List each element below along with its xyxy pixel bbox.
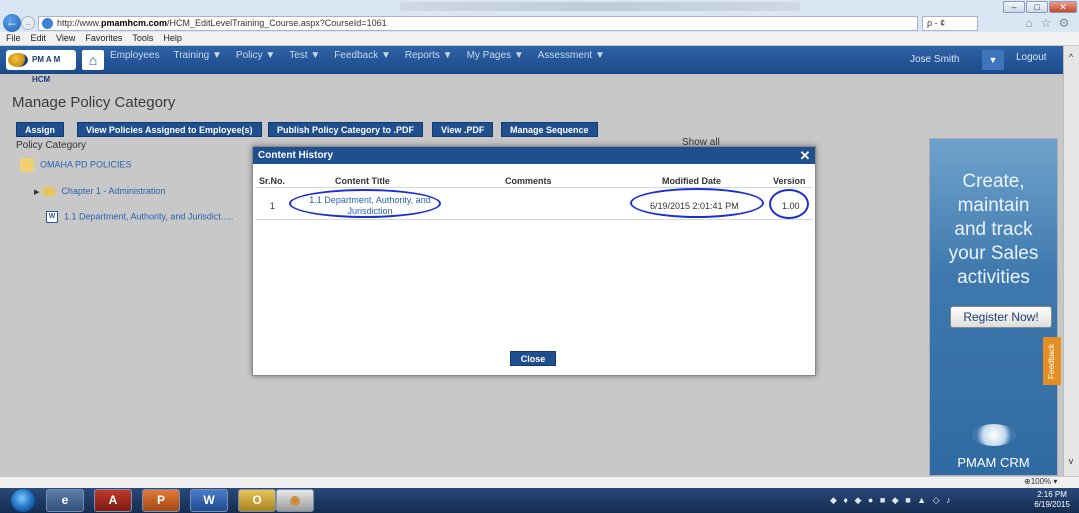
taskbar-clock[interactable]: 2:16 PM 6/19/2015 [1030, 490, 1074, 510]
menu-favorites[interactable]: Favorites [85, 33, 122, 43]
clock-date: 6/19/2015 [1034, 500, 1070, 509]
close-button[interactable]: Close [510, 351, 556, 366]
browser-menubar: File Edit View Favorites Tools Help [0, 32, 1079, 46]
url-prefix: http://www. [57, 18, 102, 28]
nav-my-pages[interactable]: My Pages ▼ [467, 50, 524, 61]
zoom-icon: ⊕ [1024, 477, 1031, 486]
acrobat-taskbar-icon[interactable]: A [94, 489, 132, 512]
tree-chapter-1[interactable]: ▶ Chapter 1 - Administration [34, 186, 166, 197]
ad-line: and track [954, 219, 1033, 240]
menu-tools[interactable]: Tools [132, 33, 153, 43]
ad-line: Create, [962, 171, 1025, 192]
outlook-taskbar-icon[interactable]: O [238, 489, 276, 512]
view-policies-assigned-button[interactable]: View Policies Assigned to Employee(s) [77, 122, 262, 137]
ad-line: activities [957, 267, 1030, 288]
tree-document-label: 1.1 Department, Authority, and Jurisdict… [64, 211, 234, 222]
feedback-tab[interactable]: Feedback [1043, 337, 1061, 385]
browser-statusbar [0, 476, 1079, 488]
nav-training[interactable]: Training ▼ [173, 50, 221, 61]
manage-sequence-button[interactable]: Manage Sequence [501, 122, 598, 137]
col-version: Version [773, 176, 806, 186]
favorites-star-icon[interactable]: ☆ [1039, 16, 1053, 30]
menu-edit[interactable]: Edit [31, 33, 47, 43]
category-folder-icon [20, 158, 34, 172]
nav-employees[interactable]: Employees [110, 50, 159, 61]
page-scrollbar[interactable] [1063, 46, 1079, 476]
ad-line: your Sales [948, 243, 1039, 264]
tree-document-1-1[interactable]: W 1.1 Department, Authority, and Jurisdic… [46, 211, 233, 223]
col-content-title: Content Title [335, 176, 390, 186]
nav-feedback[interactable]: Feedback ▼ [334, 50, 391, 61]
crm-globe-logo [972, 424, 1016, 446]
internet-explorer-taskbar-icon[interactable]: e [46, 489, 84, 512]
nav-assessment[interactable]: Assessment ▼ [538, 50, 605, 61]
clock-time: 2:16 PM [1037, 490, 1067, 499]
ie-page-icon [42, 18, 53, 29]
tab-strip[interactable] [400, 2, 800, 11]
word-document-icon: W [46, 211, 58, 223]
menu-file[interactable]: File [6, 33, 21, 43]
register-now-button[interactable]: Register Now! [950, 306, 1052, 328]
user-name[interactable]: Jose Smith [910, 54, 959, 65]
logout-link[interactable]: Logout [1016, 52, 1047, 63]
search-refresh-button[interactable]: ρ - ¢ [922, 16, 978, 31]
pmam-logo-icon [8, 53, 28, 67]
col-modified-date: Modified Date [662, 176, 722, 186]
chrome-taskbar-icon[interactable]: ◉ [276, 489, 314, 512]
tree-root-label: OMAHA PD POLICIES [40, 159, 132, 170]
crm-brand-name: PMAM CRM [957, 455, 1030, 470]
nav-policy[interactable]: Policy ▼ [236, 50, 275, 61]
tree-chapter-label: Chapter 1 - Administration [61, 186, 166, 196]
close-icon[interactable]: ✕ [798, 147, 812, 164]
maximize-button[interactable]: □ [1026, 1, 1048, 13]
view-pdf-button[interactable]: View .PDF [432, 122, 494, 137]
ad-text: Create, maintain and track your Sales ac… [929, 170, 1058, 290]
menu-help[interactable]: Help [163, 33, 182, 43]
assign-button[interactable]: Assign [16, 122, 65, 137]
zoom-level[interactable]: ⊕100% ▾ [1024, 477, 1057, 486]
user-menu-chevron-down-icon[interactable]: ▼ [982, 50, 1004, 70]
nav-reports[interactable]: Reports ▼ [405, 50, 453, 61]
minimize-button[interactable]: – [1003, 1, 1025, 13]
forward-icon[interactable]: → [21, 16, 35, 30]
row-divider [255, 219, 813, 220]
gear-icon[interactable]: ⚙ [1057, 16, 1071, 30]
page-title: Manage Policy Category [12, 94, 176, 111]
nav-test[interactable]: Test ▼ [289, 50, 320, 61]
word-taskbar-icon[interactable]: W [190, 489, 228, 512]
menu-view[interactable]: View [56, 33, 75, 43]
col-comments: Comments [505, 176, 552, 186]
system-tray-icons[interactable]: ◆ ♦ ◆ ● ■ ◆ ■ ▲ ◇ ♪ [830, 495, 953, 506]
scroll-up-icon[interactable]: ^ [1064, 52, 1078, 62]
start-button[interactable] [11, 489, 35, 512]
back-icon[interactable]: ← [3, 14, 21, 32]
zoom-value: 100% [1030, 477, 1052, 486]
date-annotation-circle [630, 188, 764, 218]
home-nav-icon[interactable]: ⌂ [82, 50, 104, 70]
title-annotation-circle [289, 189, 441, 218]
address-bar[interactable]: http://www.pmamhcm.com/HCM_EditLevelTrai… [38, 16, 918, 31]
powerpoint-taskbar-icon[interactable]: P [142, 489, 180, 512]
header-divider [255, 187, 813, 188]
publish-pdf-button[interactable]: Publish Policy Category to .PDF [268, 122, 424, 137]
policy-category-label: Policy Category [16, 140, 87, 151]
version-annotation-circle [769, 189, 809, 219]
home-icon[interactable]: ⌂ [1022, 16, 1036, 30]
window-close-button[interactable]: ✕ [1049, 1, 1077, 13]
tree-root-omaha[interactable]: OMAHA PD POLICIES [20, 158, 132, 172]
url-host: pmamhcm.com [101, 18, 168, 28]
modal-title: Content History [253, 147, 815, 164]
folder-icon [43, 187, 56, 197]
scroll-down-icon[interactable]: v [1064, 456, 1078, 466]
url-path: /HCM_EditLevelTraining_Course.aspx?Cours… [167, 18, 387, 28]
col-srno: Sr.No. [259, 176, 286, 186]
row-srno: 1 [270, 201, 276, 211]
ad-line: maintain [957, 195, 1030, 216]
top-nav: Employees Training ▼ Policy ▼ Test ▼ Feedbac… [110, 49, 619, 63]
expand-triangle-icon[interactable]: ▶ [34, 188, 39, 196]
